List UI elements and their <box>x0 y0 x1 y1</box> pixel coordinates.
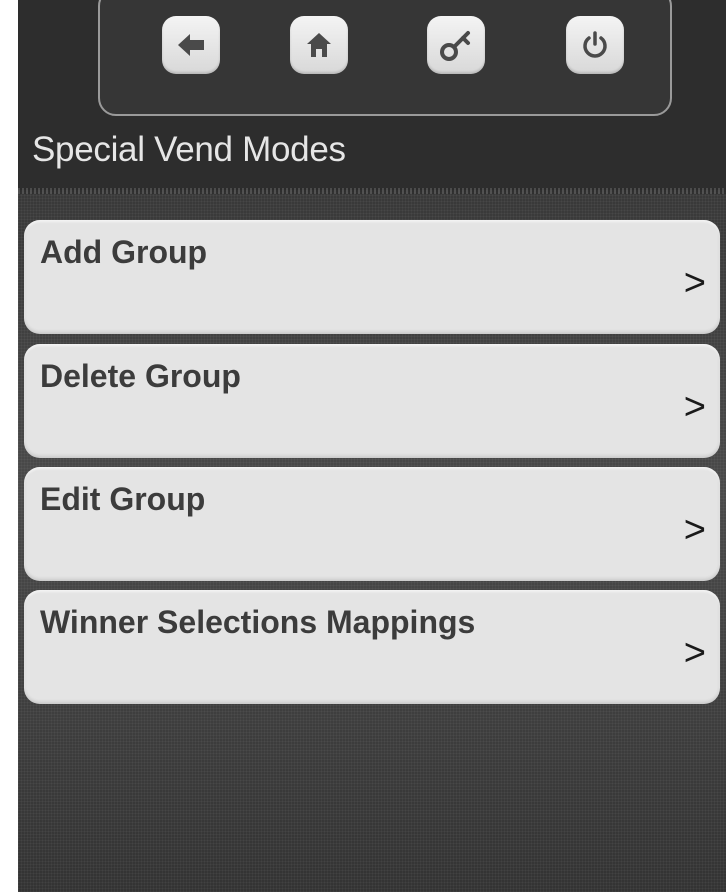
chevron-right-icon: > <box>683 509 706 551</box>
chevron-right-icon: > <box>683 632 706 674</box>
device-screen: Special Vend Modes Add Group > Delete Gr… <box>18 0 726 892</box>
header-divider <box>18 188 726 194</box>
menu-item-label: Add Group <box>40 234 208 270</box>
chevron-right-icon: > <box>683 262 706 304</box>
menu-item-delete-group[interactable]: Delete Group > <box>24 344 720 458</box>
top-nav-bar <box>98 0 672 116</box>
back-button[interactable] <box>162 16 220 74</box>
menu-item-edit-group[interactable]: Edit Group > <box>24 467 720 581</box>
page-title: Special Vend Modes <box>32 130 346 169</box>
key-icon <box>439 28 473 62</box>
home-button[interactable] <box>290 16 348 74</box>
menu-item-add-group[interactable]: Add Group > <box>24 220 720 334</box>
key-button[interactable] <box>427 16 485 74</box>
chevron-right-icon: > <box>683 386 706 428</box>
power-button[interactable] <box>566 16 624 74</box>
power-icon <box>580 30 610 60</box>
menu-item-winner-selections-mappings[interactable]: Winner Selections Mappings > <box>24 590 720 704</box>
home-icon <box>305 31 333 59</box>
menu-item-label: Winner Selections Mappings <box>40 604 476 640</box>
arrow-left-icon <box>176 32 206 58</box>
menu-item-label: Edit Group <box>40 481 206 517</box>
menu-item-label: Delete Group <box>40 358 241 394</box>
